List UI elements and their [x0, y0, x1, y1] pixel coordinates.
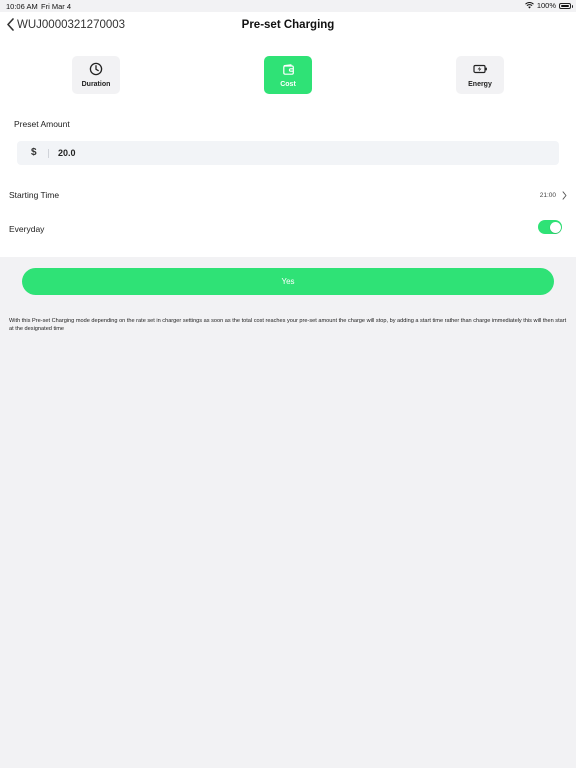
battery-charging-icon — [472, 62, 488, 76]
mode-duration-tab[interactable]: Duration — [72, 56, 120, 94]
mode-energy-label: Energy — [468, 81, 492, 88]
yes-button[interactable]: Yes — [22, 268, 554, 295]
status-bar: 10:06 AM Fri Mar 4 100% — [0, 0, 576, 12]
starting-time-value: 21:00 — [539, 192, 556, 199]
everyday-row: Everyday — [0, 217, 576, 241]
battery-icon — [559, 2, 573, 9]
starting-time-label: Starting Time — [9, 190, 60, 200]
status-time: 10:06 AM — [6, 2, 38, 11]
status-date: Fri Mar 4 — [41, 2, 71, 11]
nav-bar: WUJ0000321270003 Pre-set Charging — [0, 12, 576, 40]
mode-cost-tab[interactable]: Cost — [264, 56, 312, 94]
page-title: Pre-set Charging — [241, 19, 335, 31]
wallet-icon — [282, 62, 295, 76]
info-text: With this Pre-set Charging mode dependin… — [9, 318, 567, 332]
clock-icon — [89, 62, 103, 76]
mode-cost-label: Cost — [280, 81, 296, 88]
starting-time-row[interactable]: Starting Time 21:00 — [0, 183, 576, 207]
everyday-label: Everyday — [9, 224, 45, 234]
mode-duration-label: Duration — [81, 81, 111, 88]
preset-amount-field[interactable]: $ 20.0 — [17, 141, 559, 165]
wifi-icon — [524, 2, 534, 9]
toggle-knob — [549, 221, 561, 233]
currency-symbol: $ — [31, 147, 37, 158]
status-indicators: 100% — [524, 1, 573, 10]
mode-energy-tab[interactable]: Energy — [456, 56, 504, 94]
chevron-right-icon — [562, 191, 567, 200]
battery-percent: 100% — [536, 1, 556, 10]
field-divider — [48, 149, 49, 158]
preset-amount-label: Preset Amount — [14, 119, 70, 129]
preset-amount-input[interactable]: 20.0 — [58, 148, 76, 158]
everyday-toggle[interactable] — [538, 220, 562, 234]
